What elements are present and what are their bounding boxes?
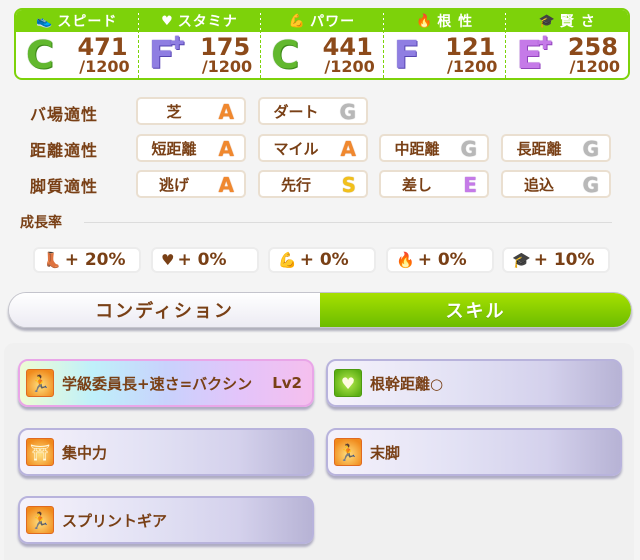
- divider: [84, 222, 612, 223]
- flame-icon: 🔥: [396, 251, 415, 269]
- stat-wit: 🎓 賢 さ E ✚ 258 /1200: [506, 10, 628, 78]
- stat-grade: C: [26, 33, 54, 77]
- skill-item[interactable]: 🏃 スプリントギア: [18, 496, 314, 544]
- aptitude-cell: マイル A: [258, 134, 368, 162]
- plus-icon: ✚: [537, 33, 553, 54]
- mortarboard-icon: 🎓: [512, 251, 531, 269]
- aptitude-cell: 追込 G: [501, 170, 611, 198]
- aptitude-cell: ダート G: [258, 97, 368, 125]
- tab-skill[interactable]: スキル: [320, 293, 631, 327]
- rank-badge: G: [460, 137, 477, 161]
- starting-gate-icon: ⛩: [26, 438, 54, 466]
- skill-level: Lv2: [272, 374, 302, 392]
- skill-name: スプリントギア: [62, 511, 168, 530]
- plus-icon: ✚: [169, 33, 185, 54]
- rank-badge: G: [339, 100, 356, 124]
- skill-item[interactable]: ♥ 根幹距離○: [326, 359, 622, 407]
- stat-max: /1200: [79, 57, 130, 76]
- rank-badge: A: [218, 137, 234, 161]
- aptitude-cell: 芝 A: [136, 97, 246, 125]
- mortarboard-icon: 🎓: [538, 13, 556, 29]
- skill-item[interactable]: 🏃 学級委員長+速さ=バクシン Lv2: [18, 359, 314, 407]
- stat-label: スタミナ: [177, 14, 238, 30]
- growth-wit: 🎓 + 10%: [502, 247, 610, 273]
- aptitude-label: 距離適性: [30, 141, 99, 160]
- aptitude-row-style: 脚質適性: [30, 170, 136, 200]
- stat-power: 💪 パワー C 441 /1200: [261, 10, 384, 78]
- stat-max: /1200: [447, 57, 498, 76]
- stat-label: スピード: [57, 14, 118, 30]
- stat-max: /1200: [569, 57, 620, 76]
- stat-grade: F: [393, 33, 420, 77]
- growth-speed: 👢 + 20%: [33, 247, 141, 273]
- heart-icon: ♥: [161, 13, 174, 29]
- flame-icon: 🔥: [416, 13, 434, 29]
- aptitude-row-track: バ場適性: [30, 98, 136, 128]
- stats-panel: 👟 スピード C 471 /1200 ♥ スタミナ F ✚ 175 /1200 💪 パワ…: [14, 8, 630, 80]
- heart-icon: ♥: [161, 251, 175, 269]
- stat-grade: C: [271, 33, 300, 77]
- rank-badge: A: [218, 100, 234, 124]
- shoe-icon: 👟: [36, 13, 54, 29]
- muscle-icon: 💪: [288, 13, 307, 29]
- growth-title: 成長率: [20, 215, 62, 231]
- stat-max: /1200: [324, 57, 375, 76]
- skill-name: 集中力: [62, 443, 108, 462]
- aptitude-row-distance: 距離適性: [30, 134, 136, 164]
- rank-badge: G: [582, 173, 599, 197]
- rank-badge: E: [463, 173, 477, 197]
- skill-name: 根幹距離○: [370, 374, 444, 393]
- stat-stamina: ♥ スタミナ F ✚ 175 /1200: [138, 10, 262, 78]
- rank-badge: A: [218, 173, 234, 197]
- skill-name: 末脚: [370, 443, 401, 462]
- aptitude-label: 脚質適性: [30, 177, 99, 196]
- stat-grade: E ✚: [516, 33, 553, 77]
- stat-label: 賢 さ: [559, 14, 596, 30]
- rank-badge: S: [341, 173, 356, 197]
- skill-name: 学級委員長+速さ=バクシン: [62, 374, 253, 393]
- rank-badge: A: [340, 137, 356, 161]
- stat-label: 根 性: [437, 14, 474, 30]
- rank-badge: G: [582, 137, 599, 161]
- stat-max: /1200: [201, 57, 253, 76]
- tab-bar: コンディション スキル: [8, 292, 632, 328]
- stat-guts: 🔥 根 性 F 121 /1200: [383, 10, 507, 78]
- aptitude-cell: 長距離 G: [501, 134, 611, 162]
- aptitude-cell: 中距離 G: [379, 134, 489, 162]
- aptitude-cell: 短距離 A: [136, 134, 246, 162]
- skill-item[interactable]: 🏃 末脚: [326, 428, 622, 476]
- stat-speed: 👟 スピード C 471 /1200: [16, 10, 139, 78]
- running-figure-icon: 🏃: [26, 369, 54, 397]
- aptitude-cell: 先行 S: [258, 170, 368, 198]
- stat-label: パワー: [310, 14, 356, 30]
- growth-guts: 🔥 + 0%: [386, 247, 494, 273]
- heart-icon: ♥: [334, 369, 362, 397]
- stat-grade: F ✚: [148, 33, 185, 77]
- growth-power: 💪 + 0%: [268, 247, 376, 273]
- growth-stamina: ♥ + 0%: [151, 247, 259, 273]
- aptitude-label: バ場適性: [30, 105, 99, 124]
- shoe-icon: 👢: [43, 251, 62, 269]
- aptitude-cell: 逃げ A: [136, 170, 246, 198]
- running-figure-icon: 🏃: [334, 438, 362, 466]
- aptitude-cell: 差し E: [379, 170, 489, 198]
- skill-item[interactable]: ⛩ 集中力: [18, 428, 314, 476]
- running-figure-icon: 🏃: [26, 506, 54, 534]
- muscle-icon: 💪: [278, 251, 297, 269]
- tab-condition[interactable]: コンディション: [9, 293, 320, 327]
